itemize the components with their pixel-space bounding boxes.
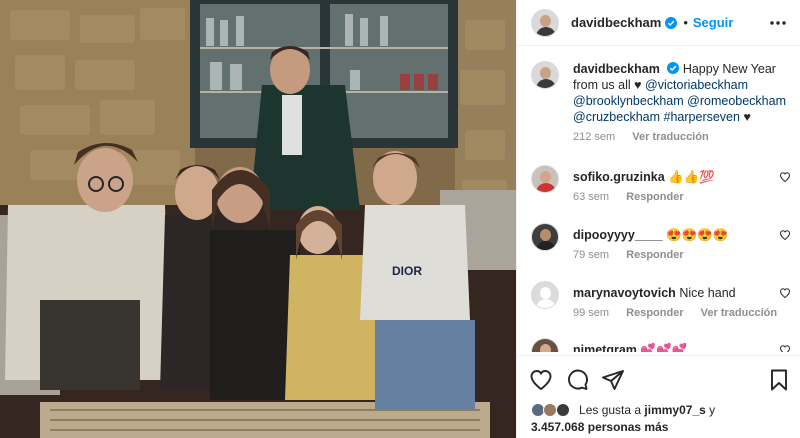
caption-heart: ♥	[634, 78, 642, 92]
comment-meta: 63 sem Responder	[573, 191, 793, 203]
liker-avatar[interactable]	[555, 403, 570, 417]
action-icons	[529, 368, 791, 392]
comment-time: 63 sem	[573, 191, 610, 203]
post-details-panel: davidbeckham • Seguir davidbeckham Happy…	[516, 0, 800, 438]
commenter-username[interactable]: dipooyyyy____	[573, 228, 663, 242]
author-username[interactable]: davidbeckham	[571, 15, 661, 30]
follow-button[interactable]: Seguir	[693, 15, 733, 30]
comment-text: dipooyyyy____ 😍😍😍😍	[573, 223, 793, 243]
mention-victoriabeckham[interactable]: @victoriabeckham	[645, 78, 748, 92]
comment-meta: 99 sem Responder Ver traducción	[573, 307, 793, 319]
mention-brooklynbeckham[interactable]: @brooklynbeckham	[573, 94, 684, 108]
verified-badge-icon	[667, 62, 680, 74]
post-action-bar: Les gusta a jimmy07_s y 3.457.068 person…	[517, 355, 800, 438]
caption-translate-link[interactable]: Ver traducción	[632, 131, 708, 143]
translate-link[interactable]: Ver traducción	[701, 307, 777, 319]
reply-button[interactable]: Responder	[626, 249, 683, 261]
post-header: davidbeckham • Seguir	[517, 0, 800, 46]
comments-list[interactable]: davidbeckham Happy New Year from us all …	[517, 47, 800, 352]
likes-count[interactable]: 3.457.068	[531, 420, 584, 434]
likes-prefix: Les gusta a	[579, 403, 642, 417]
comment-body: 👍👍💯	[668, 170, 715, 184]
caption-heart-tail: ♥	[743, 110, 751, 124]
caption-meta: 212 sem Ver traducción	[573, 131, 793, 143]
comment-text: sofiko.gruzinka 👍👍💯	[573, 165, 793, 185]
comment-like-icon[interactable]	[779, 344, 791, 352]
caption-author-username[interactable]: davidbeckham	[573, 62, 660, 76]
caption-text: davidbeckham Happy New Year from us all …	[573, 61, 793, 125]
caption-time: 212 sem	[573, 131, 616, 143]
verified-badge-icon	[665, 16, 678, 29]
commenter-username[interactable]: nimetgram	[573, 343, 637, 352]
commenter-avatar[interactable]	[531, 165, 559, 193]
reply-button[interactable]: Responder	[626, 307, 683, 319]
save-icon[interactable]	[767, 368, 791, 392]
comment-text: nimetgram 💕💕💕	[573, 338, 793, 352]
author-avatar[interactable]	[531, 8, 559, 37]
reply-button[interactable]: Responder	[626, 191, 683, 203]
more-options-icon[interactable]	[769, 14, 787, 32]
family-photo-illustration: DIOR	[0, 0, 516, 438]
mention-romeobeckham[interactable]: @romeobeckham	[687, 94, 786, 108]
comment-body: 😍😍😍😍	[666, 228, 729, 242]
comment-item: nimetgram 💕💕💕	[531, 338, 793, 352]
commenter-avatar[interactable]	[531, 338, 559, 352]
commenter-username[interactable]: sofiko.gruzinka	[573, 170, 665, 184]
comment-meta: 79 sem Responder	[573, 249, 793, 261]
comment-item: sofiko.gruzinka 👍👍💯 63 sem Responder	[531, 165, 793, 203]
liker-username[interactable]: jimmy07_s	[644, 403, 705, 417]
commenter-avatar-placeholder[interactable]	[531, 281, 559, 309]
likes-summary: Les gusta a jimmy07_s y 3.457.068 person…	[531, 402, 793, 436]
comment-body: Nice hand	[679, 286, 736, 300]
likes-connector: y	[709, 403, 716, 417]
comment-time: 99 sem	[573, 307, 610, 319]
comment-body: 💕💕💕	[640, 343, 688, 352]
commenter-avatar[interactable]	[531, 223, 559, 251]
comment-text: marynavoytovich Nice hand	[573, 281, 793, 301]
mention-cruzbeckham[interactable]: @cruzbeckham	[573, 110, 660, 124]
comment-icon[interactable]	[565, 368, 589, 392]
caption-author-avatar[interactable]	[531, 61, 559, 89]
header-separator: •	[683, 15, 688, 30]
like-icon[interactable]	[529, 368, 553, 392]
share-icon[interactable]	[601, 368, 625, 392]
post-caption: davidbeckham Happy New Year from us all …	[531, 61, 793, 143]
comment-item: dipooyyyy____ 😍😍😍😍 79 sem Responder	[531, 223, 793, 261]
commenter-username[interactable]: marynavoytovich	[573, 286, 676, 300]
comment-item: marynavoytovich Nice hand 99 sem Respond…	[531, 281, 793, 319]
likes-suffix[interactable]: personas más	[588, 420, 669, 434]
comment-time: 79 sem	[573, 249, 610, 261]
comment-like-icon[interactable]	[779, 171, 791, 183]
post-photo[interactable]: DIOR	[0, 0, 516, 438]
comment-like-icon[interactable]	[779, 287, 791, 299]
hashtag-harperseven[interactable]: #harperseven	[664, 110, 740, 124]
comment-like-icon[interactable]	[779, 229, 791, 241]
